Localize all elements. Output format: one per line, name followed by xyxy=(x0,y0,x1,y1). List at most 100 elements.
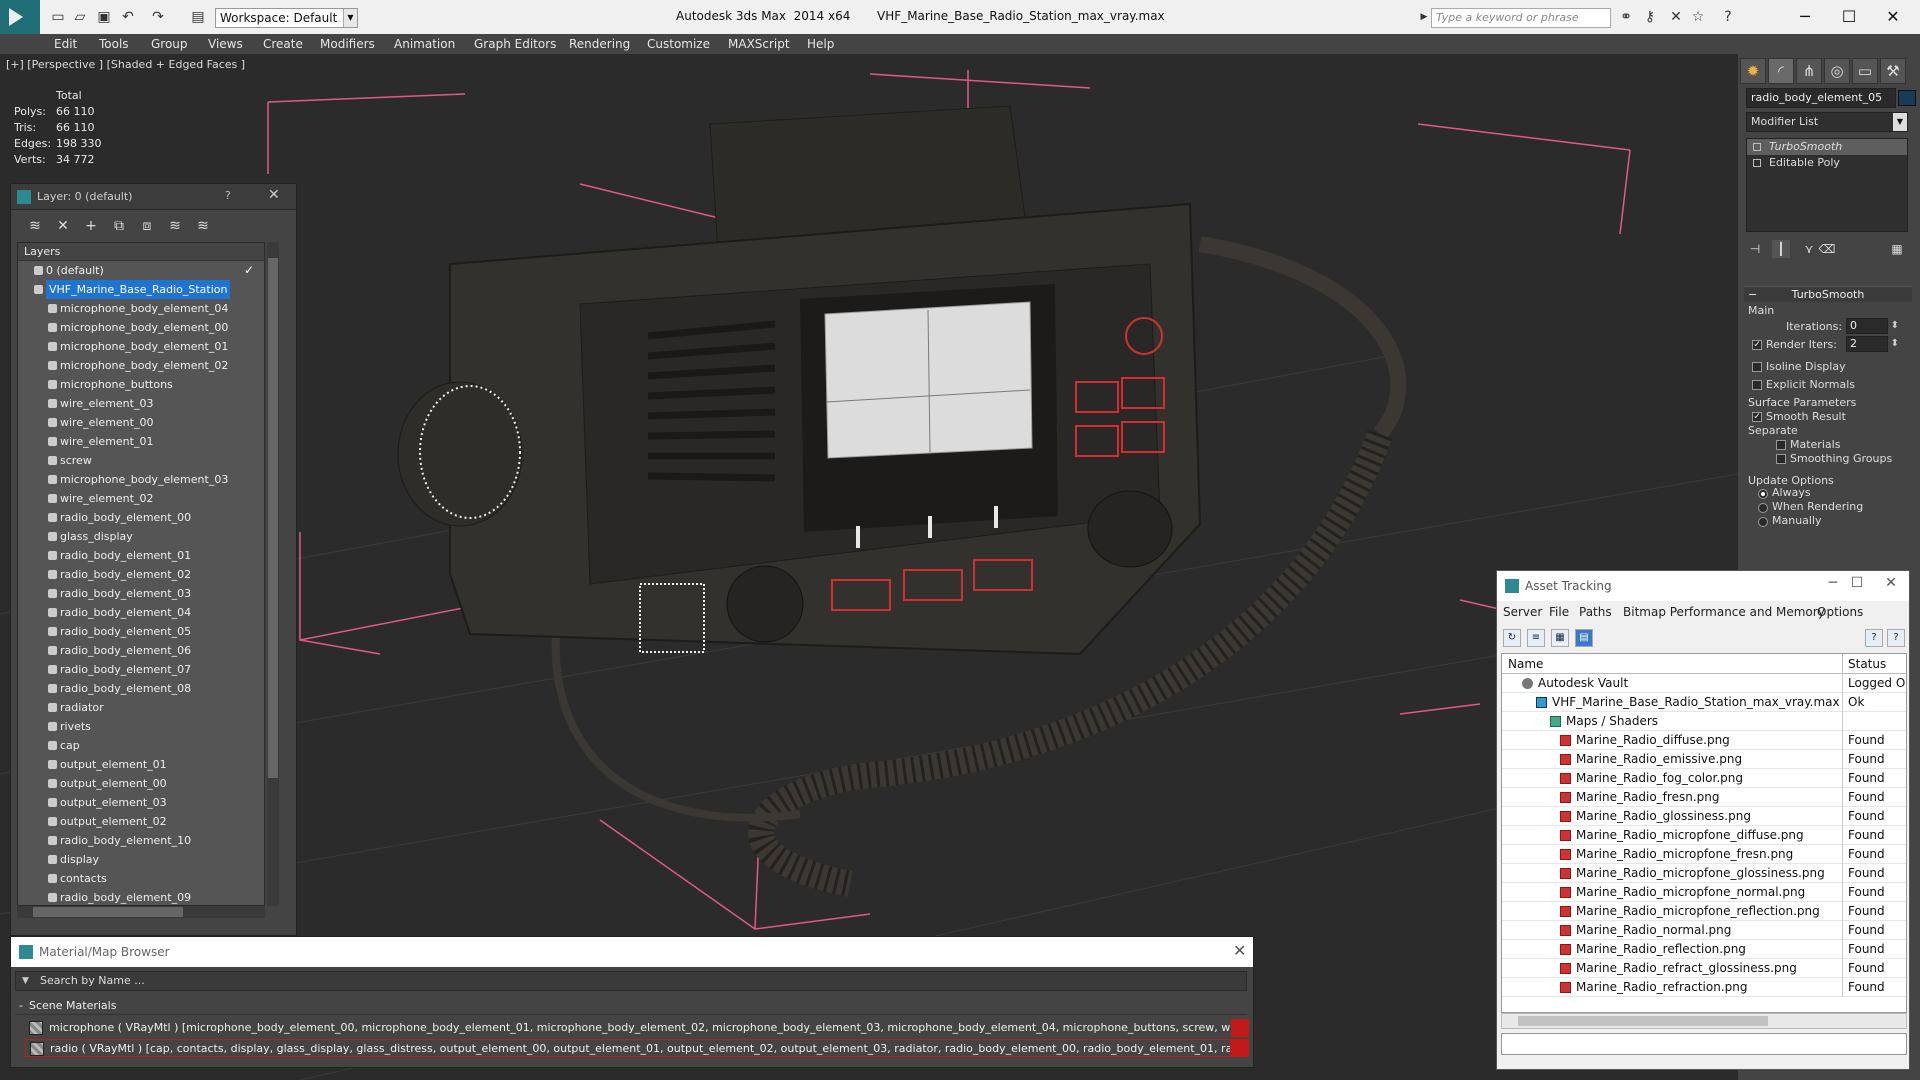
layer-row[interactable]: microphone_body_element_01 xyxy=(18,337,264,356)
menu-tools[interactable]: Tools xyxy=(99,37,129,51)
display-tab-icon[interactable]: ▭ xyxy=(1852,58,1878,84)
menu-graph-editors[interactable]: Graph Editors xyxy=(474,37,556,51)
asset-row[interactable]: Autodesk Vault Logged O xyxy=(1502,674,1906,693)
menu-views[interactable]: Views xyxy=(208,37,243,51)
communication-center-icon[interactable]: ✕ xyxy=(1668,9,1684,25)
when-rendering-radio[interactable] xyxy=(1758,503,1768,513)
scene-materials-section[interactable]: - Scene Materials xyxy=(15,997,1247,1015)
layer-row[interactable]: radio_body_element_09 xyxy=(18,888,264,905)
smooth-result-checkbox[interactable]: ✓ xyxy=(1752,412,1762,422)
object-color-swatch[interactable] xyxy=(1898,90,1916,106)
viewport-label[interactable]: [+] [Perspective ] [Shaded + Edged Faces… xyxy=(6,58,245,71)
layer-row[interactable]: wire_element_02 xyxy=(18,489,264,508)
asset-menu-bitmap-performance[interactable]: Bitmap Performance and Memory xyxy=(1623,605,1825,619)
redo-icon[interactable]: ↷ xyxy=(150,9,166,25)
menu-customize[interactable]: Customize xyxy=(647,37,710,51)
search-expand-icon[interactable]: ▶ xyxy=(1416,9,1432,25)
chevron-down-icon[interactable]: ▼ xyxy=(22,972,29,990)
material-browser-header[interactable] xyxy=(11,937,1253,967)
scrollbar-thumb[interactable] xyxy=(268,258,278,778)
asset-row[interactable]: Marine_Radio_diffuse.png Found xyxy=(1502,731,1906,750)
layers-column-header[interactable]: Layers xyxy=(18,243,264,261)
undo-icon[interactable]: ↶ xyxy=(120,9,136,25)
layer-row[interactable]: screw xyxy=(18,451,264,470)
stack-item-turbosmooth[interactable]: TurboSmooth xyxy=(1747,139,1907,155)
asset-row[interactable]: Marine_Radio_micropfone_normal.png Found xyxy=(1502,883,1906,902)
app-logo-icon[interactable] xyxy=(0,0,40,34)
asset-row[interactable]: Marine_Radio_reflection.png Found xyxy=(1502,940,1906,959)
layer-row[interactable]: glass_display xyxy=(18,527,264,546)
workspace-dropdown[interactable]: Workspace: Default ▼ xyxy=(215,8,358,28)
materials-checkbox[interactable] xyxy=(1776,440,1786,450)
asset-menu-paths[interactable]: Paths xyxy=(1579,605,1612,619)
stack-item-editable-poly[interactable]: Editable Poly xyxy=(1747,155,1907,171)
project-folder-icon[interactable]: ▤ xyxy=(190,9,206,25)
asset-row[interactable]: Marine_Radio_micropfone_reflection.png Fo… xyxy=(1502,902,1906,921)
material-row-radio[interactable]: radio ( VRayMtl ) [cap, contacts, displa… xyxy=(25,1039,1249,1057)
menu-rendering[interactable]: Rendering xyxy=(569,37,630,51)
menu-modifiers[interactable]: Modifiers xyxy=(320,37,375,51)
manually-radio[interactable] xyxy=(1758,517,1768,527)
asset-row[interactable]: Marine_Radio_fresn.png Found xyxy=(1502,788,1906,807)
create-tab-icon[interactable]: ✹ xyxy=(1740,58,1766,84)
current-layer-check-icon[interactable]: ✓ xyxy=(244,261,254,280)
lightbulb-icon[interactable] xyxy=(1753,143,1761,151)
asset-row[interactable]: Marine_Radio_refraction.png Found xyxy=(1502,978,1906,997)
freeze-all-layers-icon[interactable]: ≋ xyxy=(193,216,213,236)
layer-row[interactable]: microphone_body_element_02 xyxy=(18,356,264,375)
thumbnail-view-icon[interactable]: ▦ xyxy=(1551,629,1569,647)
maximize-icon[interactable]: ☐ xyxy=(1843,575,1871,595)
status-column-header[interactable]: Status xyxy=(1848,654,1886,674)
pin-stack-icon[interactable]: ⊣ xyxy=(1746,240,1764,258)
render-iters-checkbox[interactable]: ✓ xyxy=(1752,340,1762,350)
list-view-icon[interactable]: ≡ xyxy=(1527,629,1545,647)
layer-row[interactable]: radio_body_element_04 xyxy=(18,603,264,622)
layer-row[interactable]: radio_body_element_05 xyxy=(18,622,264,641)
asset-menu-server[interactable]: Server xyxy=(1503,605,1542,619)
asset-row[interactable]: Marine_Radio_normal.png Found xyxy=(1502,921,1906,940)
utilities-tab-icon[interactable]: ⚒ xyxy=(1880,58,1906,84)
close-icon[interactable]: ✕ xyxy=(268,187,280,203)
create-layer-icon[interactable]: ≋ xyxy=(25,216,45,236)
new-file-icon[interactable]: ▭ xyxy=(50,9,66,25)
menu-maxscript[interactable]: MAXScript xyxy=(728,37,790,51)
material-search-input[interactable]: ▼ Search by Name ... xyxy=(15,971,1247,991)
modify-tab-icon[interactable]: ◜ xyxy=(1768,58,1794,84)
layer-row[interactable]: wire_element_03 xyxy=(18,394,264,413)
layer-row[interactable]: wire_element_01 xyxy=(18,432,264,451)
material-row-microphone[interactable]: microphone ( VRayMtl ) [microphone_body_… xyxy=(25,1019,1249,1037)
scrollbar-thumb[interactable] xyxy=(33,907,183,917)
layer-row[interactable]: contacts xyxy=(18,869,264,888)
asset-row[interactable]: Marine_Radio_micropfone_diffuse.png Found xyxy=(1502,826,1906,845)
layer-row[interactable]: radio_body_element_01 xyxy=(18,546,264,565)
asset-row[interactable]: Marine_Radio_micropfone_fresn.png Found xyxy=(1502,845,1906,864)
isoline-display-checkbox[interactable] xyxy=(1752,362,1762,372)
highlight-layer-icon[interactable]: ⧈ xyxy=(137,216,157,236)
favorites-star-icon[interactable]: ☆ xyxy=(1690,9,1706,25)
layer-row[interactable]: radio_body_element_10 xyxy=(18,831,264,850)
hierarchy-tab-icon[interactable]: ⋔ xyxy=(1796,58,1822,84)
hide-all-layers-icon[interactable]: ≋ xyxy=(165,216,185,236)
make-unique-icon[interactable]: ⋎ xyxy=(1800,240,1818,258)
context-help-icon[interactable]: ? xyxy=(1887,629,1905,647)
remove-modifier-icon[interactable]: ⌫ xyxy=(1818,240,1836,258)
layer-row[interactable]: VHF_Marine_Base_Radio_Station xyxy=(18,280,264,299)
refresh-icon[interactable]: ↻ xyxy=(1503,629,1521,647)
name-column-header[interactable]: Name xyxy=(1508,654,1543,674)
layer-row[interactable]: output_element_01 xyxy=(18,755,264,774)
layer-row[interactable]: radio_body_element_07 xyxy=(18,660,264,679)
select-objects-icon[interactable]: ⧉ xyxy=(109,216,129,236)
keyword-search-input[interactable]: Type a keyword or phrase xyxy=(1431,8,1611,28)
layer-row[interactable]: radio_body_element_03 xyxy=(18,584,264,603)
close-icon[interactable]: ✕ xyxy=(1877,575,1905,595)
asset-table-hscrollbar[interactable] xyxy=(1501,1013,1907,1029)
layer-row[interactable]: microphone_body_element_03 xyxy=(18,470,264,489)
maximize-icon[interactable]: ☐ xyxy=(1834,6,1864,28)
asset-row[interactable]: Marine_Radio_emissive.png Found xyxy=(1502,750,1906,769)
menu-edit[interactable]: Edit xyxy=(54,37,77,51)
add-to-layer-icon[interactable]: + xyxy=(81,216,101,236)
always-radio[interactable] xyxy=(1758,489,1768,499)
turbosmooth-rollout-header[interactable]: − TurboSmooth xyxy=(1744,286,1912,302)
modifier-list-dropdown[interactable]: Modifier List ▼ xyxy=(1746,112,1908,132)
layer-row[interactable]: cap xyxy=(18,736,264,755)
